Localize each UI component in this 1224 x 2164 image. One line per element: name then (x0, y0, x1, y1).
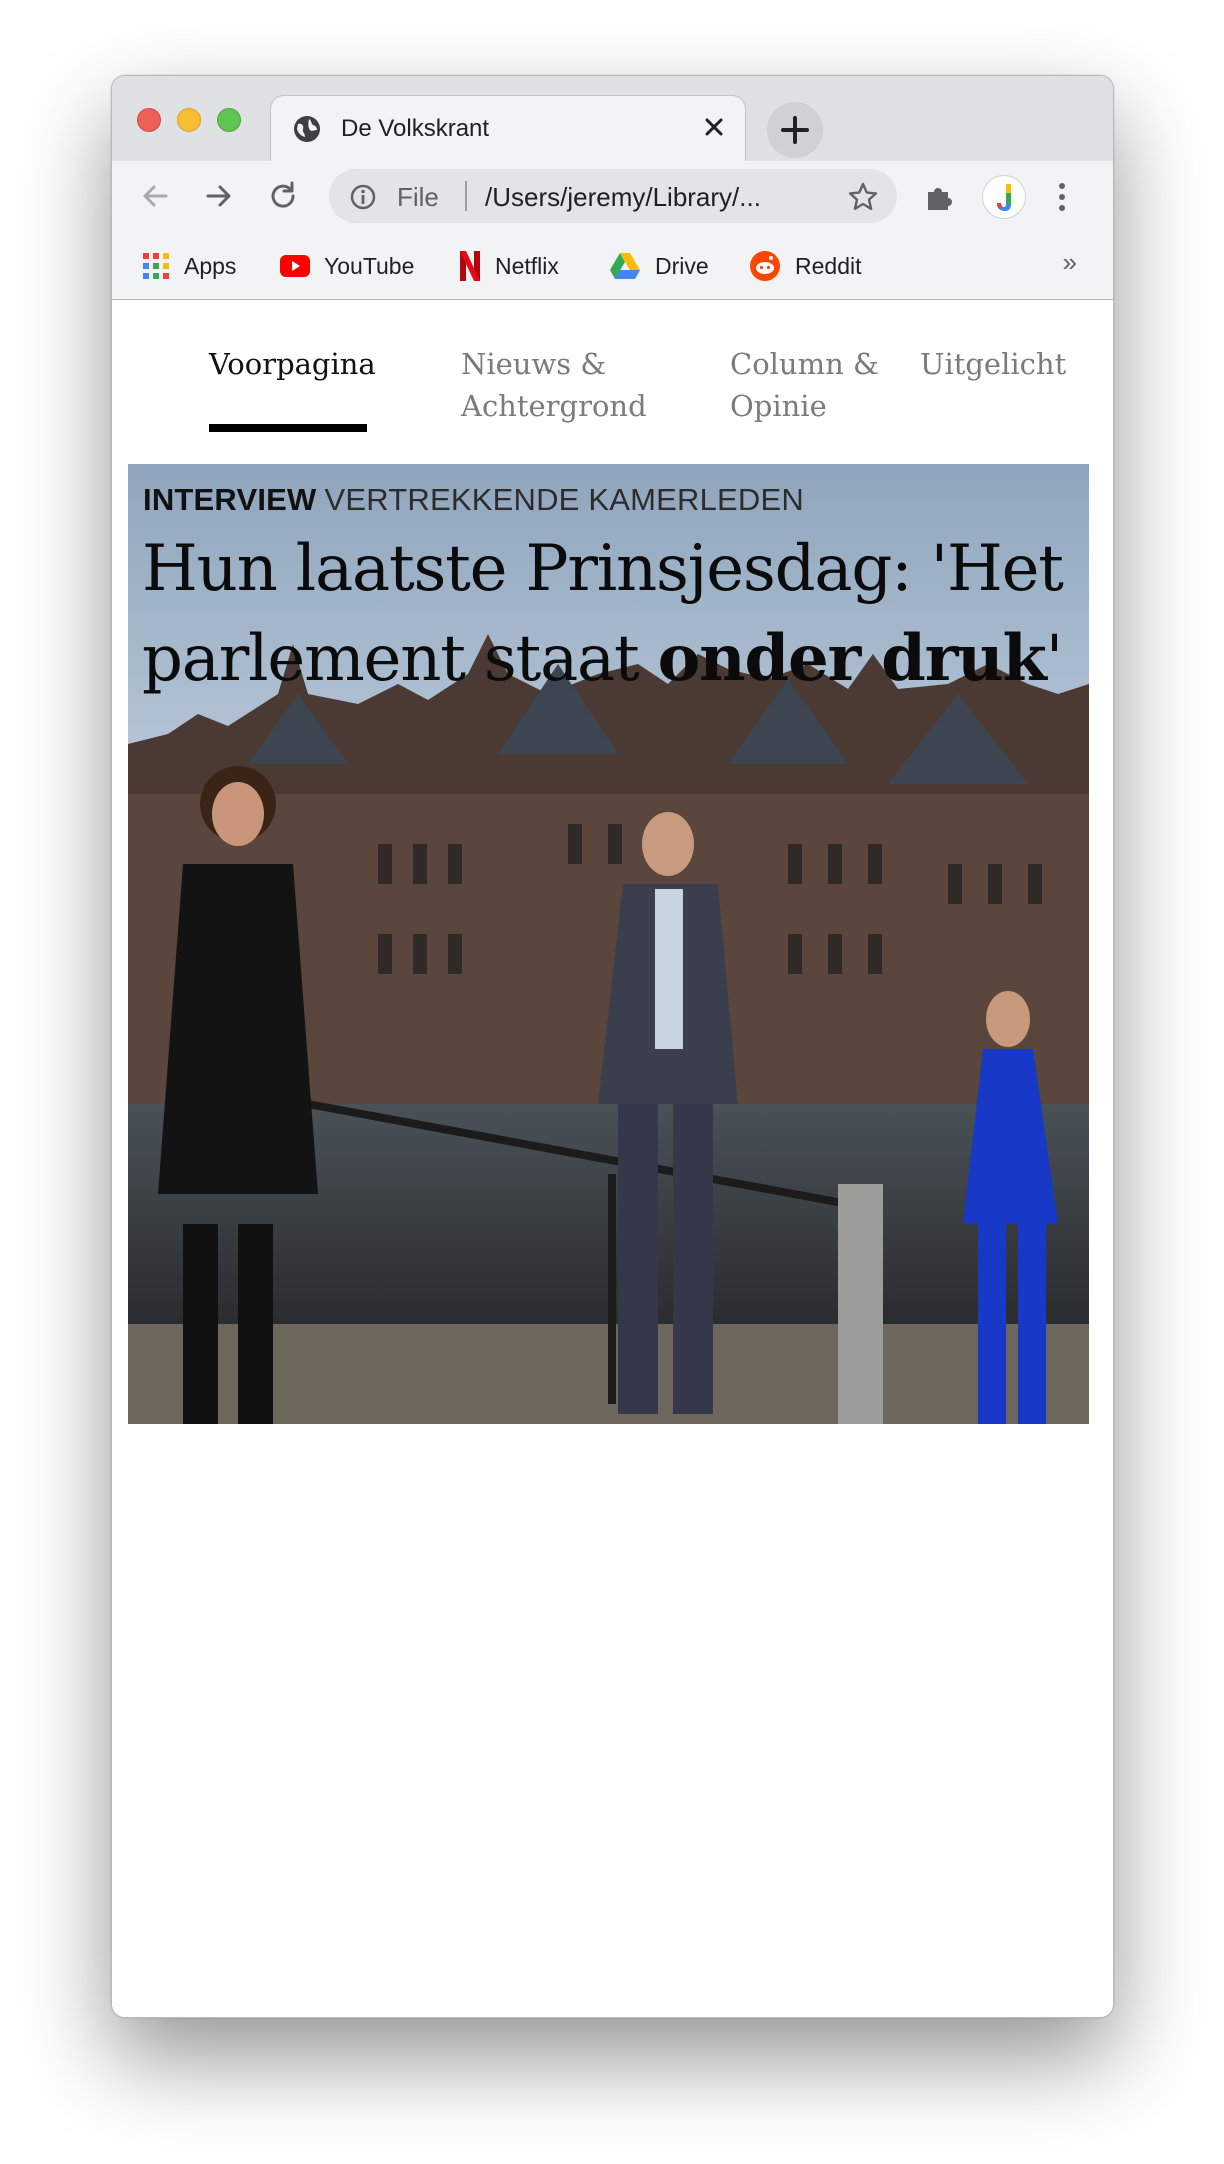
bookmark-label: Apps (184, 252, 237, 279)
active-tab-underline (209, 424, 367, 432)
url-separator (465, 181, 467, 211)
reload-icon[interactable] (266, 179, 300, 213)
bookmark-label: Netflix (495, 252, 559, 279)
reddit-icon (750, 251, 780, 281)
profile-avatar[interactable] (982, 175, 1026, 219)
bookmark-apps[interactable]: Apps (142, 251, 236, 281)
extensions-puzzle-icon[interactable] (924, 181, 956, 213)
toolbar: File /Users/jeremy/Library/... (112, 161, 1113, 231)
address-bar[interactable]: File /Users/jeremy/Library/... (329, 169, 897, 223)
info-icon[interactable] (349, 183, 377, 211)
youtube-icon (280, 255, 310, 277)
article-kicker: INTERVIEW VERTREKKENDE KAMERLEDEN (143, 482, 804, 518)
bookmark-netflix[interactable]: Netflix (459, 251, 559, 281)
plus-icon (781, 116, 809, 144)
article-headline[interactable]: Hun laatste Prinsjesdag: 'Het parlement … (142, 524, 1072, 704)
forward-arrow-icon[interactable] (202, 179, 236, 213)
page-content: Voorpagina Nieuws & Achtergrond Column &… (112, 300, 1113, 2017)
bookmark-reddit[interactable]: Reddit (749, 251, 861, 281)
zoom-window-button[interactable] (217, 108, 241, 132)
tab-de-volkskrant[interactable]: De Volkskrant (270, 95, 746, 161)
url-text[interactable]: /Users/jeremy/Library/... (485, 182, 761, 213)
tab-uitgelicht[interactable]: Uitgelicht (920, 343, 1066, 385)
netflix-icon (460, 251, 480, 281)
profile-logo-icon (997, 184, 1011, 211)
browser-window: De Volkskrant File /Users/jeremy/Library… (111, 75, 1114, 2018)
tab-column-opinie[interactable]: Column & Opinie (730, 343, 900, 427)
globe-icon (294, 116, 320, 142)
url-scheme-label: File (397, 182, 439, 212)
bookmark-label: Drive (655, 252, 709, 279)
new-tab-button[interactable] (767, 102, 823, 158)
browser-chrome: De Volkskrant File /Users/jeremy/Library… (112, 76, 1113, 300)
google-drive-icon (610, 253, 640, 279)
back-arrow-icon[interactable] (138, 179, 172, 213)
tab-nieuws-achtergrond[interactable]: Nieuws & Achtergrond (461, 343, 661, 427)
bookmarks-overflow-button[interactable]: » (1063, 247, 1077, 278)
kicker-category: INTERVIEW (143, 482, 317, 517)
hero-article[interactable]: INTERVIEW VERTREKKENDE KAMERLEDEN Hun laa… (128, 464, 1089, 1424)
bookmark-label: YouTube (324, 252, 415, 279)
close-tab-icon[interactable] (699, 112, 729, 142)
tab-voorpagina[interactable]: Voorpagina (209, 343, 376, 385)
bookmark-label: Reddit (795, 252, 862, 279)
apps-grid-icon (143, 253, 169, 279)
headline-end: ' (1045, 622, 1064, 696)
bookmark-star-icon[interactable] (847, 181, 879, 213)
kebab-menu-icon[interactable] (1056, 179, 1068, 215)
minimize-window-button[interactable] (177, 108, 201, 132)
bookmark-drive[interactable]: Drive (609, 251, 709, 281)
headline-bold: onder druk (657, 621, 1047, 696)
tab-title: De Volkskrant (341, 115, 490, 142)
bookmark-youtube[interactable]: YouTube (280, 251, 414, 281)
close-window-button[interactable] (137, 108, 161, 132)
kicker-topic: VERTREKKENDE KAMERLEDEN (324, 482, 804, 517)
bookmarks-bar: Apps YouTube Netflix Drive Reddit » (112, 231, 1113, 299)
